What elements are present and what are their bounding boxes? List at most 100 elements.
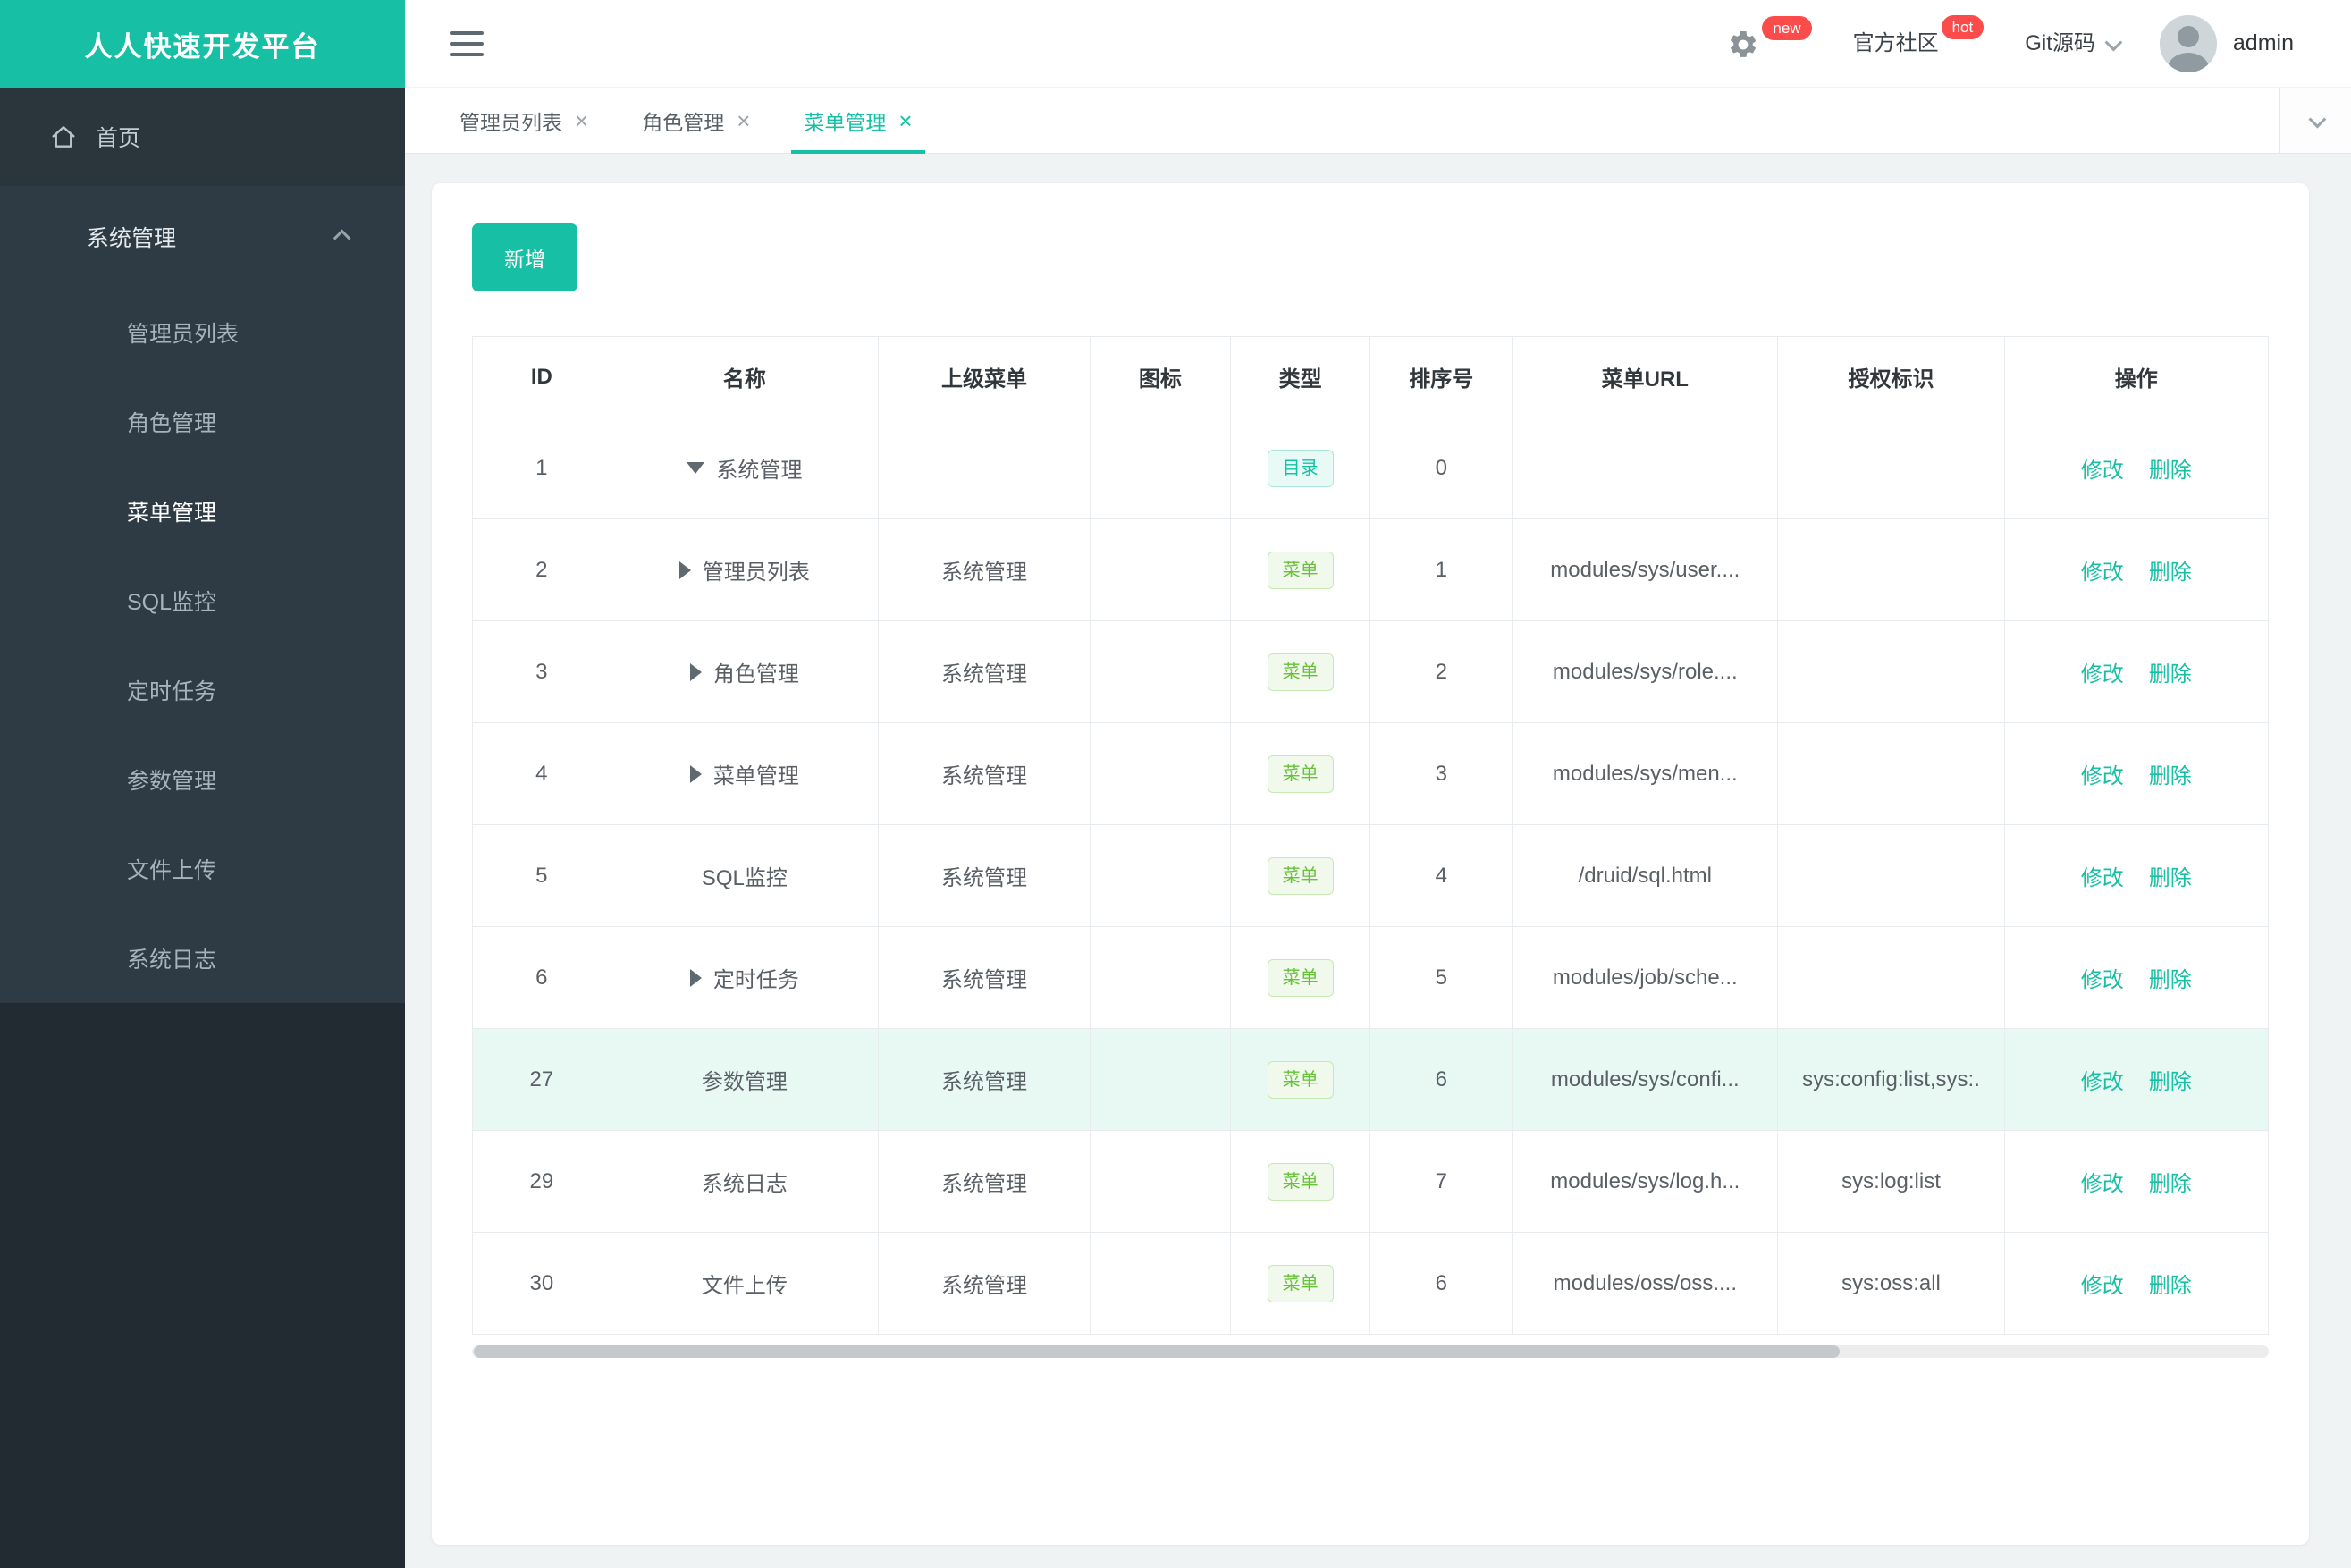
table-row[interactable]: 29 系统日志 系统管理 菜单 7 modules/sys/log.h... sys:log… [472, 1130, 2270, 1233]
table-row[interactable]: 5 SQL监控 系统管理 菜单 4/druid/sql.html 修改 删除 [472, 824, 2270, 927]
delete-link[interactable]: 删除 [2149, 758, 2192, 789]
hamburger-icon[interactable] [450, 30, 484, 56]
type-badge: 菜单 [1267, 653, 1334, 691]
menu-name-label: 系统管理 [716, 459, 803, 483]
edit-link[interactable]: 修改 [2081, 656, 2124, 687]
cell-url: modules/sys/confi... [1512, 1028, 1779, 1131]
sidebar-item[interactable]: 系统日志 [0, 914, 405, 1003]
expand-arrow-icon[interactable] [689, 662, 702, 681]
table-row[interactable]: 30 文件上传 系统管理 菜单 6 modules/oss/oss.... sys:oss:… [472, 1232, 2270, 1335]
sidebar-item[interactable]: SQL监控 [0, 556, 405, 645]
table-row[interactable]: 3 角色管理 系统管理 菜单 2 modules/sys/role.... 修改 删除 [472, 620, 2270, 723]
delete-link[interactable]: 删除 [2149, 1268, 2192, 1299]
edit-link[interactable]: 修改 [2081, 1166, 2124, 1197]
cell-order: 6 [1369, 1028, 1513, 1131]
edit-link[interactable]: 修改 [2081, 758, 2124, 789]
delete-link[interactable]: 删除 [2149, 860, 2192, 891]
menu-name: 菜单管理 [689, 758, 799, 789]
cell-url: /druid/sql.html [1512, 824, 1779, 927]
type-badge: 菜单 [1267, 958, 1334, 997]
edit-link[interactable]: 修改 [2081, 1268, 2124, 1299]
cell-actions: 修改 删除 [2003, 1232, 2270, 1335]
scrollbar-thumb[interactable] [474, 1345, 1840, 1358]
cell-order: 3 [1369, 722, 1513, 825]
cell-perms [1777, 722, 2005, 825]
delete-link[interactable]: 删除 [2149, 452, 2192, 484]
topbar-right: new 官方社区 hot Git源码 admin [1727, 14, 2294, 72]
sidebar-item[interactable]: 参数管理 [0, 735, 405, 824]
row-actions: 修改 删除 [2081, 1268, 2192, 1299]
table-row[interactable]: 27 参数管理 系统管理 菜单 6 modules/sys/confi... sys:con… [472, 1028, 2270, 1131]
sidebar-item[interactable]: 菜单管理 [0, 467, 405, 556]
table-row[interactable]: 4 菜单管理 系统管理 菜单 3 modules/sys/men... 修改 删除 [472, 722, 2270, 825]
community-label: 官方社区 [1852, 30, 1939, 55]
sidebar-item[interactable]: 角色管理 [0, 377, 405, 467]
horizontal-scrollbar[interactable] [472, 1345, 2269, 1358]
cell-perms [1777, 824, 2005, 927]
tab[interactable]: 管理员列表 × [436, 88, 611, 153]
edit-link[interactable]: 修改 [2081, 860, 2124, 891]
tab-close-icon[interactable]: × [898, 109, 912, 132]
delete-link[interactable]: 删除 [2149, 554, 2192, 586]
row-actions: 修改 删除 [2081, 1064, 2192, 1095]
collapse-arrow-icon[interactable] [687, 462, 705, 474]
menu-management-panel: 新增 ID 名称 上级菜单 图标 类型 排序号 菜单URL 授权标识 操作 1 系统管理 目录 0 修改… [432, 183, 2309, 1545]
cell-perms [1777, 620, 2005, 723]
sidebar-item[interactable]: 定时任务 [0, 645, 405, 735]
tab-close-icon[interactable]: × [575, 109, 588, 132]
sidebar-item-home[interactable]: 首页 [0, 88, 405, 186]
edit-link[interactable]: 修改 [2081, 1064, 2124, 1095]
sidebar-item[interactable]: 文件上传 [0, 824, 405, 914]
user-menu[interactable]: admin [2159, 14, 2294, 72]
edit-link[interactable]: 修改 [2081, 554, 2124, 586]
cell-id: 27 [472, 1028, 611, 1131]
cell-url: modules/job/sche... [1512, 926, 1779, 1029]
type-badge: 目录 [1267, 449, 1334, 487]
tab[interactable]: 菜单管理 × [780, 88, 935, 154]
cell-name: 角色管理 [610, 620, 880, 723]
add-button[interactable]: 新增 [472, 223, 577, 291]
menu-name-label: SQL监控 [701, 866, 788, 890]
edit-link[interactable]: 修改 [2081, 962, 2124, 993]
sidebar: 人人快速开发平台 首页 系统管理 管理员列表 角色管理 菜单管理 SQL监控 定时任务参… [0, 0, 405, 1568]
table-row[interactable]: 6 定时任务 系统管理 菜单 5 modules/job/sche... 修改 删除 [472, 926, 2270, 1029]
type-badge: 菜单 [1267, 754, 1334, 793]
cell-order: 5 [1369, 926, 1513, 1029]
cell-name: 管理员列表 [610, 518, 880, 621]
delete-link[interactable]: 删除 [2149, 1166, 2192, 1197]
delete-link[interactable]: 删除 [2149, 962, 2192, 993]
delete-link[interactable]: 删除 [2149, 656, 2192, 687]
community-link[interactable]: 官方社区 hot [1852, 14, 1984, 62]
sidebar-group-header[interactable]: 系统管理 [0, 186, 405, 288]
git-source-link[interactable]: Git源码 [2025, 26, 2123, 62]
delete-link[interactable]: 删除 [2149, 1064, 2192, 1095]
sidebar-submenu: 管理员列表 角色管理 菜单管理 SQL监控 定时任务 参数管理 文件上传 系统日志 [0, 288, 405, 1003]
tab-list-dropdown-button[interactable] [2279, 88, 2351, 153]
cell-icon [1090, 1232, 1231, 1335]
edit-link[interactable]: 修改 [2081, 452, 2124, 484]
expand-arrow-icon[interactable] [689, 968, 702, 987]
tab[interactable]: 角色管理 × [619, 88, 773, 153]
cell-parent [878, 417, 1091, 519]
table-row[interactable]: 1 系统管理 目录 0 修改 删除 [472, 417, 2270, 519]
tab-close-icon[interactable]: × [737, 109, 750, 132]
expand-arrow-icon[interactable] [689, 764, 702, 783]
tab-label: 菜单管理 [804, 110, 887, 134]
expand-arrow-icon[interactable] [678, 561, 691, 579]
menu-name-label: 定时任务 [712, 968, 799, 992]
cell-order: 6 [1369, 1232, 1513, 1335]
cell-order: 0 [1369, 417, 1513, 519]
cell-url: modules/sys/log.h... [1512, 1130, 1779, 1233]
sidebar-group-system: 系统管理 管理员列表 角色管理 菜单管理 SQL监控 定时任务 参数管理 文件上传 系统日志 [0, 186, 405, 1003]
cell-name: 文件上传 [610, 1232, 880, 1335]
settings-menu-button[interactable]: new [1727, 15, 1812, 61]
cell-actions: 修改 删除 [2003, 926, 2270, 1029]
cell-type: 菜单 [1229, 1028, 1371, 1131]
cell-id: 2 [472, 518, 611, 621]
app-root: 人人快速开发平台 首页 系统管理 管理员列表 角色管理 菜单管理 SQL监控 定时任务参… [0, 0, 2351, 1568]
sidebar-spacer [0, 1003, 405, 1568]
sidebar-item[interactable]: 管理员列表 [0, 288, 405, 377]
table-row[interactable]: 2 管理员列表 系统管理 菜单 1 modules/sys/user.... 修改 删除 [472, 518, 2270, 621]
gear-icon [1731, 30, 1757, 57]
row-actions: 修改 删除 [2081, 860, 2192, 891]
